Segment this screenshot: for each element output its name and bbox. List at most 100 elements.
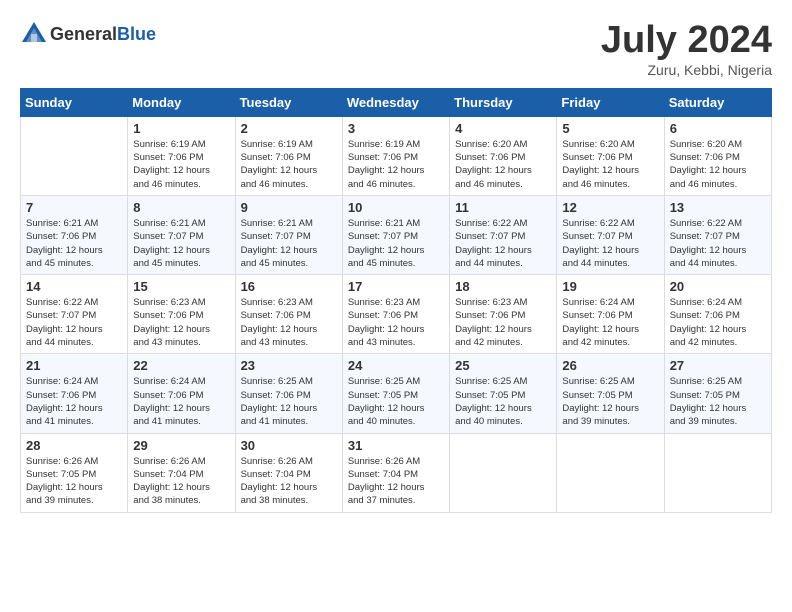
day-number: 20: [670, 279, 766, 294]
logo-text: GeneralBlue: [50, 24, 156, 45]
day-number: 18: [455, 279, 551, 294]
calendar-cell: 31 Sunrise: 6:26 AM Sunset: 7:04 PM Dayli…: [342, 433, 449, 512]
calendar-cell: 10 Sunrise: 6:21 AM Sunset: 7:07 PM Dayli…: [342, 195, 449, 274]
day-info: Sunrise: 6:24 AM Sunset: 7:06 PM Dayligh…: [133, 375, 229, 428]
calendar-cell: 4 Sunrise: 6:20 AM Sunset: 7:06 PM Daylig…: [450, 116, 557, 195]
calendar-cell: 1 Sunrise: 6:19 AM Sunset: 7:06 PM Daylig…: [128, 116, 235, 195]
page-header: GeneralBlue July 2024 Zuru, Kebbi, Niger…: [20, 20, 772, 78]
day-number: 24: [348, 358, 444, 373]
calendar-cell: 29 Sunrise: 6:26 AM Sunset: 7:04 PM Dayli…: [128, 433, 235, 512]
col-header-friday: Friday: [557, 88, 664, 116]
calendar-cell: 24 Sunrise: 6:25 AM Sunset: 7:05 PM Dayli…: [342, 354, 449, 433]
day-info: Sunrise: 6:26 AM Sunset: 7:04 PM Dayligh…: [133, 455, 229, 508]
calendar-week-row: 7Sunrise: 6:21 AM Sunset: 7:06 PM Daylig…: [21, 195, 772, 274]
calendar-cell: 12Sunrise: 6:22 AM Sunset: 7:07 PM Dayli…: [557, 195, 664, 274]
day-number: 11: [455, 200, 551, 215]
day-info: Sunrise: 6:20 AM Sunset: 7:06 PM Dayligh…: [455, 138, 551, 191]
day-info: Sunrise: 6:20 AM Sunset: 7:06 PM Dayligh…: [670, 138, 766, 191]
calendar-cell: 8 Sunrise: 6:21 AM Sunset: 7:07 PM Daylig…: [128, 195, 235, 274]
day-info: Sunrise: 6:26 AM Sunset: 7:04 PM Dayligh…: [241, 455, 337, 508]
calendar-table: SundayMondayTuesdayWednesdayThursdayFrid…: [20, 88, 772, 513]
calendar-cell: 21 Sunrise: 6:24 AM Sunset: 7:06 PM Dayli…: [21, 354, 128, 433]
calendar-cell: 30 Sunrise: 6:26 AM Sunset: 7:04 PM Dayli…: [235, 433, 342, 512]
day-info: Sunrise: 6:23 AM Sunset: 7:06 PM Dayligh…: [455, 296, 551, 349]
calendar-week-row: 21 Sunrise: 6:24 AM Sunset: 7:06 PM Dayli…: [21, 354, 772, 433]
day-info: Sunrise: 6:22 AM Sunset: 7:07 PM Dayligh…: [455, 217, 551, 270]
calendar-cell: 6Sunrise: 6:20 AM Sunset: 7:06 PM Daylig…: [664, 116, 771, 195]
day-info: Sunrise: 6:25 AM Sunset: 7:05 PM Dayligh…: [455, 375, 551, 428]
day-number: 27: [670, 358, 766, 373]
col-header-wednesday: Wednesday: [342, 88, 449, 116]
calendar-cell: [450, 433, 557, 512]
calendar-cell: 5Sunrise: 6:20 AM Sunset: 7:06 PM Daylig…: [557, 116, 664, 195]
calendar-cell: 2Sunrise: 6:19 AM Sunset: 7:06 PM Daylig…: [235, 116, 342, 195]
day-info: Sunrise: 6:19 AM Sunset: 7:06 PM Dayligh…: [133, 138, 229, 191]
calendar-cell: 19 Sunrise: 6:24 AM Sunset: 7:06 PM Dayli…: [557, 275, 664, 354]
day-number: 12: [562, 200, 658, 215]
day-info: Sunrise: 6:23 AM Sunset: 7:06 PM Dayligh…: [348, 296, 444, 349]
day-number: 3: [348, 121, 444, 136]
calendar-cell: 16 Sunrise: 6:23 AM Sunset: 7:06 PM Dayli…: [235, 275, 342, 354]
col-header-thursday: Thursday: [450, 88, 557, 116]
day-number: 1: [133, 121, 229, 136]
day-number: 9: [241, 200, 337, 215]
day-info: Sunrise: 6:23 AM Sunset: 7:06 PM Dayligh…: [133, 296, 229, 349]
calendar-cell: 11 Sunrise: 6:22 AM Sunset: 7:07 PM Dayli…: [450, 195, 557, 274]
day-info: Sunrise: 6:23 AM Sunset: 7:06 PM Dayligh…: [241, 296, 337, 349]
day-number: 16: [241, 279, 337, 294]
day-number: 19: [562, 279, 658, 294]
col-header-tuesday: Tuesday: [235, 88, 342, 116]
day-number: 4: [455, 121, 551, 136]
calendar-cell: [21, 116, 128, 195]
calendar-week-row: 28Sunrise: 6:26 AM Sunset: 7:05 PM Dayli…: [21, 433, 772, 512]
calendar-cell: 3 Sunrise: 6:19 AM Sunset: 7:06 PM Daylig…: [342, 116, 449, 195]
col-header-sunday: Sunday: [21, 88, 128, 116]
logo-blue: Blue: [117, 24, 156, 44]
day-info: Sunrise: 6:25 AM Sunset: 7:05 PM Dayligh…: [562, 375, 658, 428]
day-number: 10: [348, 200, 444, 215]
day-number: 8: [133, 200, 229, 215]
day-number: 14: [26, 279, 122, 294]
day-info: Sunrise: 6:21 AM Sunset: 7:07 PM Dayligh…: [241, 217, 337, 270]
calendar-cell: 9 Sunrise: 6:21 AM Sunset: 7:07 PM Daylig…: [235, 195, 342, 274]
day-info: Sunrise: 6:22 AM Sunset: 7:07 PM Dayligh…: [26, 296, 122, 349]
calendar-cell: 13Sunrise: 6:22 AM Sunset: 7:07 PM Dayli…: [664, 195, 771, 274]
day-number: 22: [133, 358, 229, 373]
calendar-cell: 18 Sunrise: 6:23 AM Sunset: 7:06 PM Dayli…: [450, 275, 557, 354]
calendar-cell: [557, 433, 664, 512]
calendar-cell: [664, 433, 771, 512]
day-info: Sunrise: 6:25 AM Sunset: 7:05 PM Dayligh…: [670, 375, 766, 428]
calendar-cell: 25Sunrise: 6:25 AM Sunset: 7:05 PM Dayli…: [450, 354, 557, 433]
calendar-cell: 28Sunrise: 6:26 AM Sunset: 7:05 PM Dayli…: [21, 433, 128, 512]
calendar-cell: 15Sunrise: 6:23 AM Sunset: 7:06 PM Dayli…: [128, 275, 235, 354]
day-info: Sunrise: 6:26 AM Sunset: 7:05 PM Dayligh…: [26, 455, 122, 508]
day-info: Sunrise: 6:19 AM Sunset: 7:06 PM Dayligh…: [241, 138, 337, 191]
day-info: Sunrise: 6:21 AM Sunset: 7:07 PM Dayligh…: [348, 217, 444, 270]
day-info: Sunrise: 6:26 AM Sunset: 7:04 PM Dayligh…: [348, 455, 444, 508]
logo-icon: [20, 20, 48, 48]
col-header-saturday: Saturday: [664, 88, 771, 116]
title-block: July 2024 Zuru, Kebbi, Nigeria: [601, 20, 772, 78]
day-info: Sunrise: 6:24 AM Sunset: 7:06 PM Dayligh…: [670, 296, 766, 349]
day-number: 21: [26, 358, 122, 373]
day-number: 7: [26, 200, 122, 215]
day-info: Sunrise: 6:24 AM Sunset: 7:06 PM Dayligh…: [26, 375, 122, 428]
calendar-week-row: 14 Sunrise: 6:22 AM Sunset: 7:07 PM Dayli…: [21, 275, 772, 354]
calendar-cell: 27 Sunrise: 6:25 AM Sunset: 7:05 PM Dayli…: [664, 354, 771, 433]
day-number: 13: [670, 200, 766, 215]
day-number: 17: [348, 279, 444, 294]
calendar-cell: 7Sunrise: 6:21 AM Sunset: 7:06 PM Daylig…: [21, 195, 128, 274]
day-info: Sunrise: 6:25 AM Sunset: 7:06 PM Dayligh…: [241, 375, 337, 428]
day-info: Sunrise: 6:21 AM Sunset: 7:07 PM Dayligh…: [133, 217, 229, 270]
day-info: Sunrise: 6:25 AM Sunset: 7:05 PM Dayligh…: [348, 375, 444, 428]
day-number: 30: [241, 438, 337, 453]
calendar-cell: 23Sunrise: 6:25 AM Sunset: 7:06 PM Dayli…: [235, 354, 342, 433]
day-number: 31: [348, 438, 444, 453]
day-info: Sunrise: 6:19 AM Sunset: 7:06 PM Dayligh…: [348, 138, 444, 191]
calendar-cell: 17 Sunrise: 6:23 AM Sunset: 7:06 PM Dayli…: [342, 275, 449, 354]
day-info: Sunrise: 6:24 AM Sunset: 7:06 PM Dayligh…: [562, 296, 658, 349]
day-number: 29: [133, 438, 229, 453]
calendar-cell: 26Sunrise: 6:25 AM Sunset: 7:05 PM Dayli…: [557, 354, 664, 433]
col-header-monday: Monday: [128, 88, 235, 116]
logo-general: General: [50, 24, 117, 44]
